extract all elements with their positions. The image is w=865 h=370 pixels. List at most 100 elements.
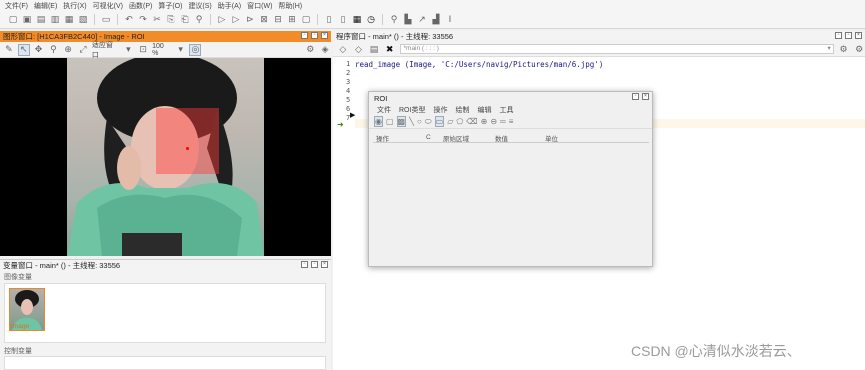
undo-icon[interactable]: ↶	[123, 14, 135, 26]
region-select-icon[interactable]: ◎	[189, 43, 202, 56]
ocr-icon[interactable]: Ⅰ	[444, 14, 456, 26]
settings-icon[interactable]: ⚙	[304, 44, 316, 56]
float-icon[interactable]: ▫	[301, 32, 308, 39]
line-width-icon[interactable]: ═	[500, 117, 506, 126]
settings-icon[interactable]: ⚙	[838, 43, 850, 55]
maximize-icon[interactable]: ▫	[311, 32, 318, 39]
menu-operators[interactable]: 算子(O)	[158, 1, 182, 11]
code-line[interactable]: read_image (Image, 'C:/Users/navig/Pictu…	[355, 60, 603, 69]
document-icon[interactable]: ▯	[323, 14, 335, 26]
step-into-icon[interactable]: ⊳	[244, 14, 256, 26]
roi-menu-draw[interactable]: 绘制	[455, 105, 469, 115]
column-c[interactable]: C	[426, 134, 431, 141]
close-icon[interactable]: ×	[642, 93, 649, 100]
zoom-icon[interactable]: ⚲	[47, 44, 59, 56]
maximize-icon[interactable]: ▫	[845, 32, 852, 39]
close-icon[interactable]: ×	[321, 261, 328, 268]
roi-menu-edit[interactable]: 编辑	[477, 105, 491, 115]
align-icon[interactable]: ≡	[509, 117, 514, 126]
fit-window-select[interactable]: 适应窗口	[92, 40, 120, 60]
chevron-down-icon[interactable]: ▾	[175, 44, 187, 56]
breakpoint-icon[interactable]: ▢	[300, 14, 312, 26]
roi-rectangle[interactable]	[156, 108, 219, 174]
zoom-icon[interactable]: ⚲	[388, 14, 400, 26]
menu-procedures[interactable]: 函数(P)	[129, 1, 152, 11]
delete-icon[interactable]: ✖	[384, 43, 396, 55]
magnify-icon[interactable]: ⊕	[62, 44, 74, 56]
circle-tool-icon[interactable]: ○	[417, 117, 422, 126]
rotated-rectangle-tool-icon[interactable]: ▱	[447, 117, 453, 126]
grid-icon[interactable]: ▦	[351, 14, 363, 26]
roi-menu-roi-type[interactable]: ROI类型	[399, 105, 425, 115]
open-icon[interactable]: ▤	[35, 14, 47, 26]
save-icon[interactable]: ▥	[49, 14, 61, 26]
redo-icon[interactable]: ↷	[137, 14, 149, 26]
float-icon[interactable]: ▫	[835, 32, 842, 39]
procedure-select[interactable]: *main ( : : : ) ▾	[399, 44, 834, 54]
menu-help[interactable]: 帮助(H)	[278, 1, 302, 11]
clock-icon[interactable]: ◷	[365, 14, 377, 26]
roi-combine-icon[interactable]: ▩	[396, 116, 407, 127]
roi-menu-tools[interactable]: 工具	[499, 105, 513, 115]
settings-icon[interactable]: ⚙	[853, 43, 865, 55]
maximize-icon[interactable]: ▫	[311, 261, 318, 268]
ellipse-tool-icon[interactable]: ⬭	[425, 117, 432, 127]
menu-assistants[interactable]: 助手(A)	[218, 1, 241, 11]
paste-icon[interactable]: ⎗	[179, 14, 191, 26]
fit-icon[interactable]: ⤢	[77, 44, 89, 56]
polygon-tool-icon[interactable]: ⬠	[456, 117, 463, 126]
close-icon[interactable]: ×	[855, 32, 862, 39]
eraser-icon[interactable]: ⌫	[466, 117, 477, 126]
step-over-icon[interactable]: ▷	[230, 14, 242, 26]
procedure-icon[interactable]: ▤	[368, 43, 380, 55]
roi-center-marker[interactable]	[186, 147, 189, 150]
column-value[interactable]: 数值	[495, 133, 508, 143]
roi-menu-operations[interactable]: 操作	[433, 105, 447, 115]
pointer-icon[interactable]: ↖	[17, 43, 30, 56]
line-profile-icon[interactable]: ↗	[416, 14, 428, 26]
float-icon[interactable]: ▫	[301, 261, 308, 268]
stop-icon[interactable]: ⊟	[272, 14, 284, 26]
roi-menu-file[interactable]: 文件	[377, 105, 391, 115]
zoom-level[interactable]: 100 %	[152, 43, 172, 57]
roi-select-icon[interactable]: ▢	[386, 117, 394, 126]
pan-icon[interactable]: ✥	[33, 44, 45, 56]
run-icon[interactable]: ▷	[216, 14, 228, 26]
close-icon[interactable]: ×	[321, 32, 328, 39]
back-icon[interactable]: ◇	[337, 43, 349, 55]
graphics-canvas[interactable]	[0, 58, 331, 256]
menu-suggestions[interactable]: 建议(S)	[188, 1, 211, 11]
step-out-icon[interactable]: ⊠	[258, 14, 270, 26]
save-all-icon[interactable]: ▦	[63, 14, 75, 26]
forward-icon[interactable]: ◇	[353, 43, 365, 55]
rectangle-tool-icon[interactable]: ▭	[434, 116, 445, 127]
histogram-icon[interactable]: ▙	[402, 14, 414, 26]
menu-visualize[interactable]: 可视化(V)	[93, 1, 123, 11]
menu-edit[interactable]: 编辑(E)	[34, 1, 57, 11]
zoom-in-icon[interactable]: ⊕	[481, 117, 488, 126]
menu-execute[interactable]: 执行(X)	[63, 1, 86, 11]
shield-icon[interactable]: ◈	[319, 44, 331, 56]
document-icon[interactable]: ▯	[337, 14, 349, 26]
menu-file[interactable]: 文件(F)	[5, 1, 28, 11]
menu-window[interactable]: 窗口(W)	[247, 1, 272, 11]
copy-icon[interactable]: ⎘	[165, 14, 177, 26]
column-original-region[interactable]: 原始区域	[443, 133, 469, 143]
reset-icon[interactable]: ⊞	[286, 14, 298, 26]
line-tool-icon[interactable]: ╲	[409, 117, 414, 126]
cut-icon[interactable]: ✂	[151, 14, 163, 26]
find-icon[interactable]: ⚲	[193, 14, 205, 26]
column-operation[interactable]: 操作	[376, 133, 389, 143]
zoom-out-icon[interactable]: ⊖	[490, 117, 497, 126]
new-window-icon[interactable]: ▣	[21, 14, 33, 26]
feature-histogram-icon[interactable]: ▟	[430, 14, 442, 26]
roi-mode-icon[interactable]: ◉	[374, 116, 383, 127]
chevron-down-icon[interactable]: ▾	[122, 44, 134, 56]
record-icon[interactable]: ▭	[100, 14, 112, 26]
zoom-select-icon[interactable]: ⊡	[137, 44, 149, 56]
print-icon[interactable]: ▧	[77, 14, 89, 26]
new-file-icon[interactable]: ▢	[7, 14, 19, 26]
clear-icon[interactable]: ✎	[3, 44, 15, 56]
column-unit[interactable]: 单位	[545, 133, 558, 143]
maximize-icon[interactable]: ▫	[632, 93, 639, 100]
